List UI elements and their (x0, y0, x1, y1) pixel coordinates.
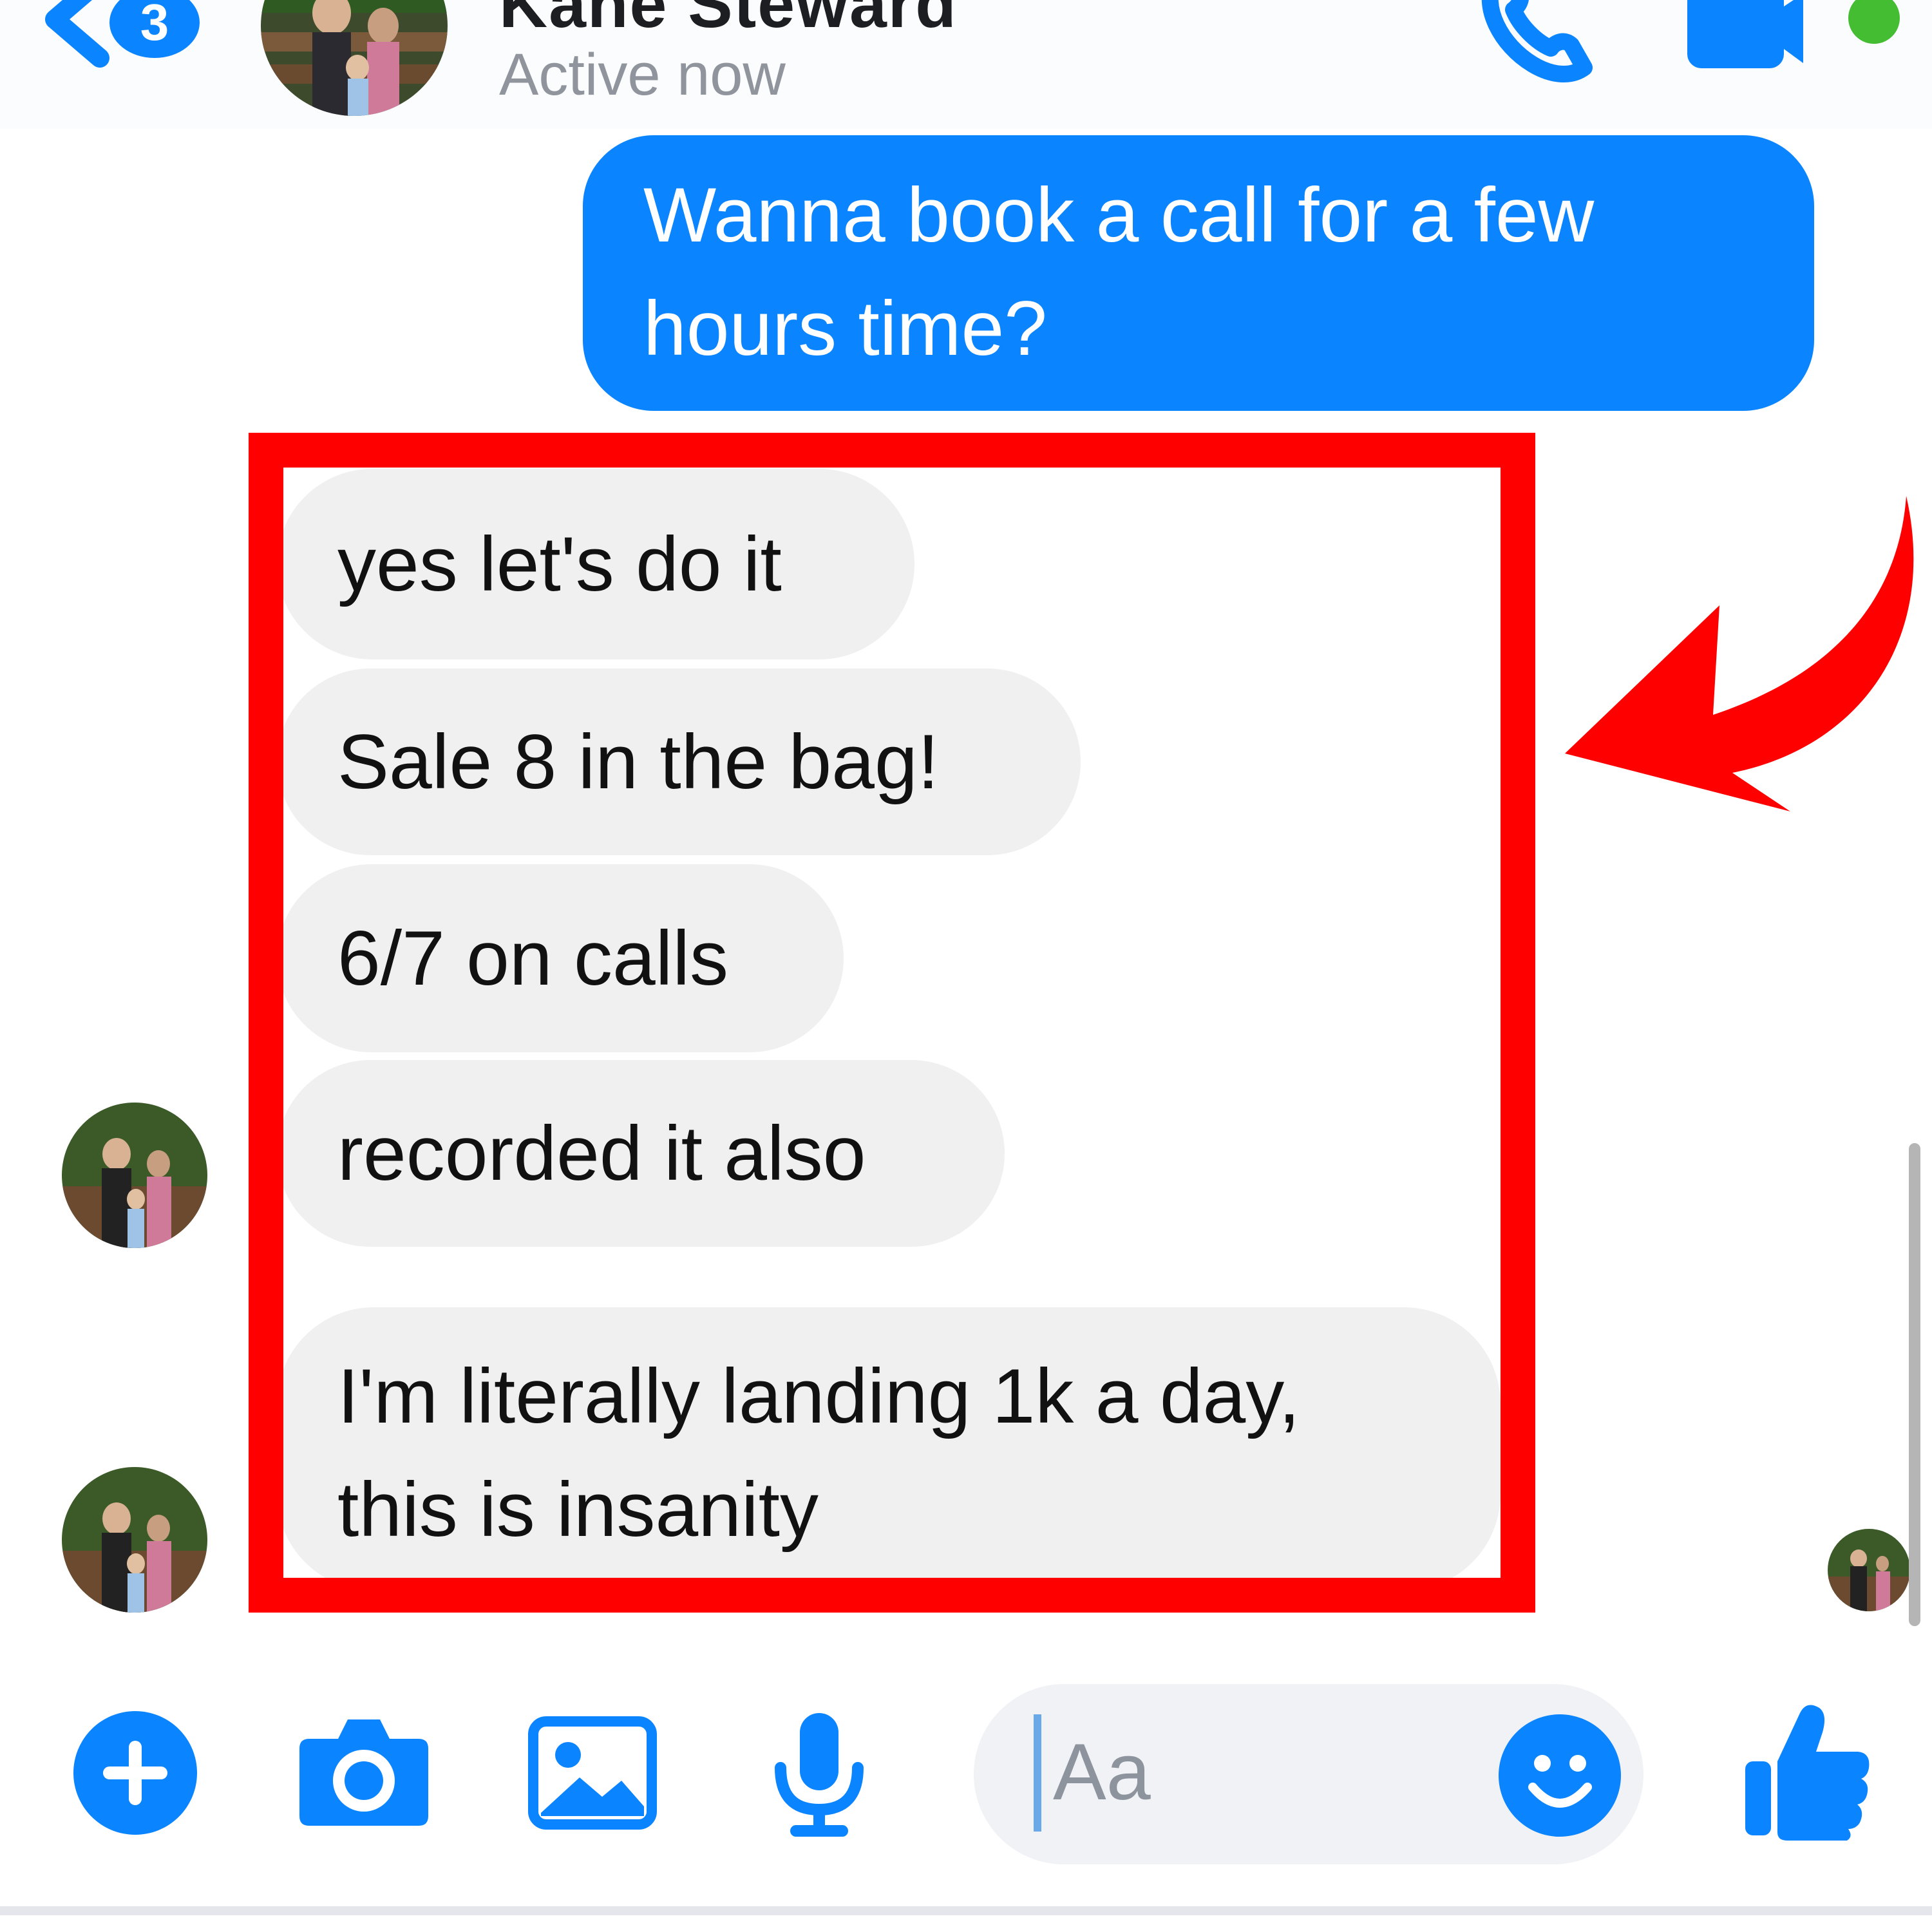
camera-icon[interactable] (296, 1713, 431, 1829)
sender-avatar[interactable] (62, 1467, 207, 1613)
chat-header: 3 Kane Steward Active now (0, 0, 1932, 129)
seen-avatar (1828, 1529, 1910, 1611)
bottom-divider (0, 1906, 1932, 1915)
sender-avatar[interactable] (62, 1103, 207, 1248)
back-icon[interactable] (39, 0, 109, 77)
text-caret (1034, 1714, 1041, 1832)
video-call-icon[interactable] (1687, 0, 1803, 71)
highlight-box (249, 433, 1535, 1613)
unread-count-badge: 3 (109, 0, 200, 58)
curved-arrow-icon (1565, 496, 1914, 811)
microphone-icon[interactable] (768, 1707, 871, 1842)
image-icon[interactable] (528, 1716, 657, 1830)
like-icon[interactable] (1739, 1700, 1874, 1842)
online-dot-icon (1848, 0, 1900, 44)
active-status: Active now (499, 42, 786, 108)
sent-message[interactable]: Wanna book a call for a few hours time? (583, 135, 1814, 411)
contact-avatar[interactable] (261, 0, 448, 116)
message-input-placeholder: Aa (1053, 1728, 1151, 1817)
plus-icon[interactable] (72, 1710, 198, 1836)
phone-icon[interactable] (1475, 0, 1604, 84)
scrollbar[interactable] (1909, 1143, 1920, 1626)
contact-name: Kane Steward (499, 0, 958, 42)
emoji-icon[interactable] (1497, 1713, 1623, 1839)
